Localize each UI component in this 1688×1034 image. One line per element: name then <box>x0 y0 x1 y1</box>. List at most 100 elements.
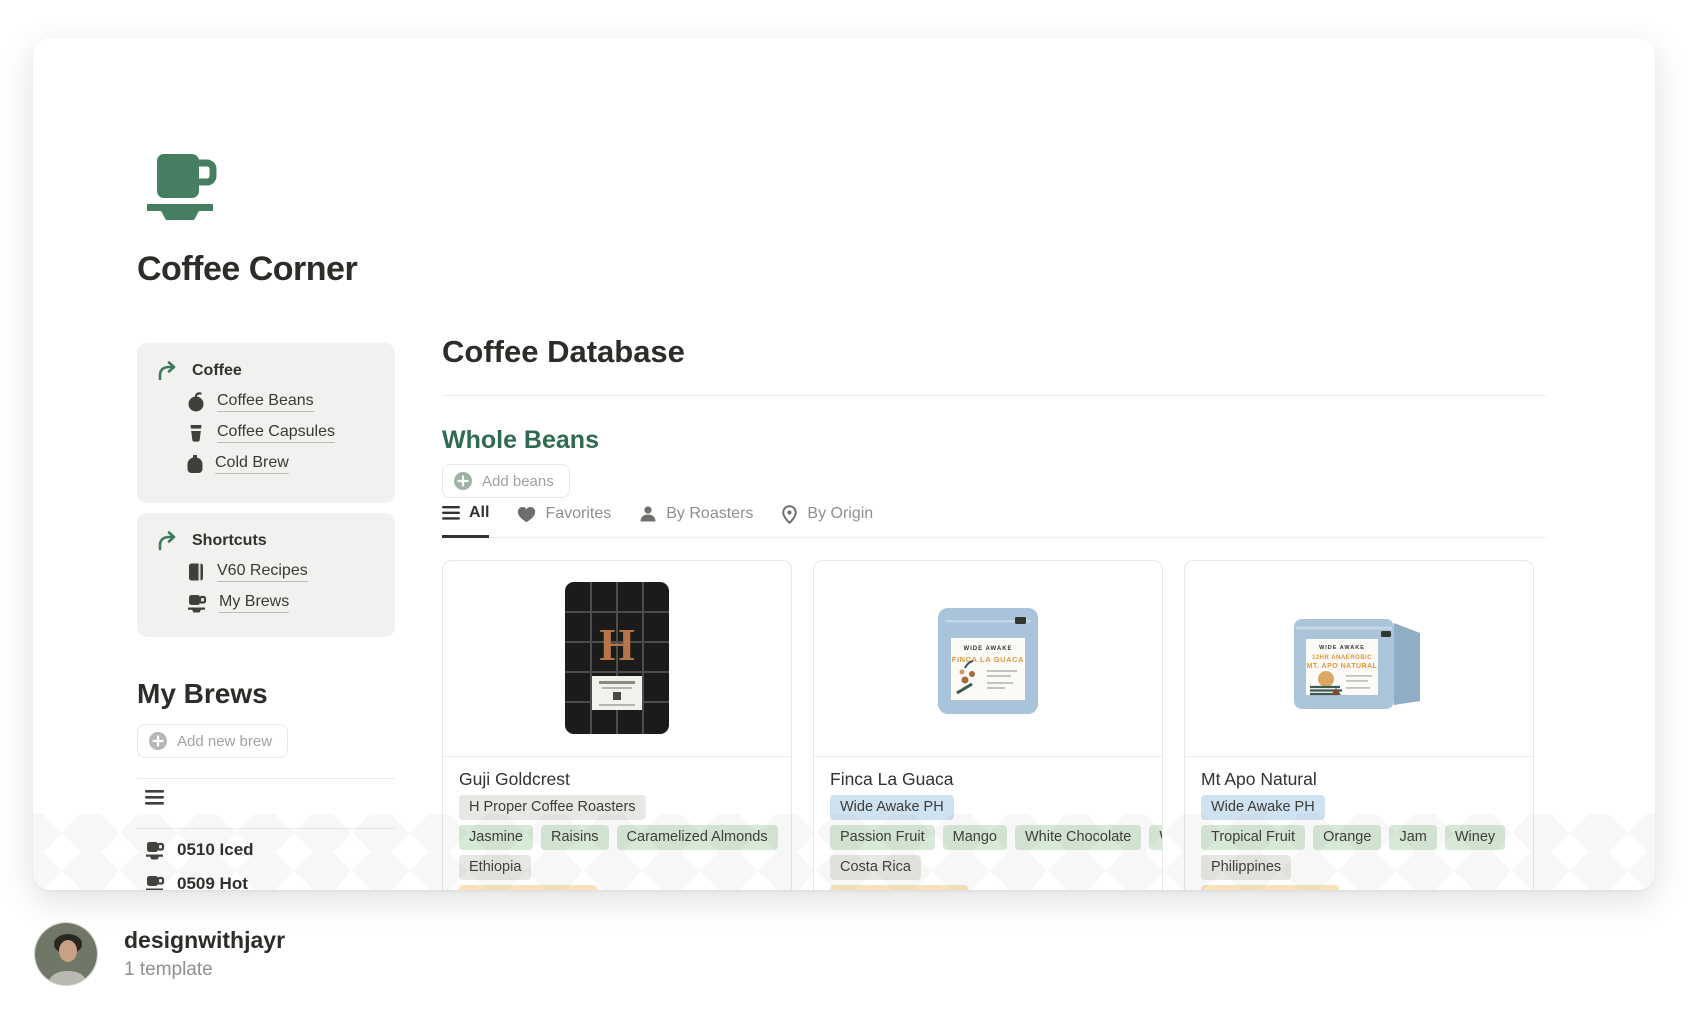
divider <box>137 778 395 779</box>
brew-entry-label: 0509 Hot <box>177 874 248 890</box>
creator-name: designwithjayr <box>124 927 285 953</box>
plus-circle-icon <box>148 731 168 751</box>
coffee-bean-icon <box>187 392 205 412</box>
template-page-card: Coffee Corner Coffee <box>33 38 1655 890</box>
plus-circle-icon <box>453 471 473 491</box>
bean-name: Guji Goldcrest <box>459 769 775 789</box>
sidebar-group-shortcuts: Shortcuts V60 Recipes <box>137 513 395 637</box>
note-tag: Winey <box>1149 825 1163 850</box>
note-tag: Orange <box>1313 825 1381 850</box>
tab-favorites[interactable]: Favorites <box>517 504 611 537</box>
note-tag: Tropical Fruit <box>1201 825 1305 850</box>
bean-card-mt-apo-natural[interactable]: WIDE AWAKE 12HR ANAEROBIC MT. APO NATURA… <box>1184 560 1534 890</box>
heart-icon <box>517 506 536 523</box>
sidebar-item-label: My Brews <box>219 593 289 613</box>
tab-all[interactable]: All <box>442 504 489 538</box>
sidebar-group-label: Coffee <box>192 362 242 380</box>
bean-name: Mt Apo Natural <box>1201 769 1517 789</box>
coffee-cup-icon <box>145 841 165 860</box>
bean-name: Finca La Guaca <box>830 769 1146 789</box>
coffee-cup-icon <box>145 875 165 891</box>
bag-brand: WIDE AWAKE <box>963 646 1012 652</box>
book-icon <box>187 562 205 582</box>
sidebar-group-coffee: Coffee Coffee Beans <box>137 343 395 503</box>
my-brews-heading: My Brews <box>137 678 268 710</box>
bean-card-guji-goldcrest[interactable]: H Guji Goldcrest H Proper Coffee Roaster… <box>442 560 792 890</box>
note-tag: Jasmine <box>459 825 533 850</box>
clipped-tag <box>459 885 597 890</box>
tasting-notes-row: Tropical Fruit Orange Jam Winey <box>1201 825 1517 850</box>
creator-profile-link[interactable]: designwithjayr 1 template <box>34 922 285 986</box>
card-body: Guji Goldcrest H Proper Coffee Roasters … <box>443 757 791 890</box>
page-title: Coffee Database <box>442 334 685 370</box>
sidebar-item-coffee-beans[interactable]: Coffee Beans <box>187 392 375 412</box>
sidebar-group-label: Shortcuts <box>192 532 267 550</box>
product-image-black-bag: H <box>443 561 791 757</box>
tab-by-roasters[interactable]: By Roasters <box>639 504 753 537</box>
creator-template-count: 1 template <box>124 959 285 981</box>
origin-tag: Philippines <box>1201 855 1291 880</box>
tab-by-origin[interactable]: By Origin <box>781 504 873 537</box>
divider <box>137 828 395 829</box>
list-icon <box>442 506 460 520</box>
clipped-tag <box>1201 885 1339 890</box>
tab-label: Favorites <box>545 505 611 523</box>
section-heading: Whole Beans <box>442 426 599 455</box>
drag-handle-icon[interactable] <box>145 790 165 805</box>
note-tag: Passion Fruit <box>830 825 935 850</box>
add-beans-button[interactable]: Add beans <box>442 464 570 498</box>
note-tag: Jam <box>1389 825 1436 850</box>
tab-label: All <box>469 504 489 522</box>
bag-letter: H <box>599 619 635 670</box>
bag-brand: WIDE AWAKE <box>1319 645 1365 651</box>
origin-tag-row: Costa Rica <box>830 855 1146 880</box>
note-tag: Caramelized Almonds <box>617 825 778 850</box>
sidebar-item-coffee-capsules[interactable]: Coffee Capsules <box>187 423 375 443</box>
sidebar: Coffee Corner Coffee <box>137 38 395 890</box>
add-new-brew-button[interactable]: Add new brew <box>137 724 288 758</box>
curved-arrow-icon <box>157 361 179 381</box>
product-image-blue-bag: WIDE AWAKE 12HR ANAEROBIC MT. APO NATURA… <box>1185 561 1533 757</box>
card-body: Finca La Guaca Wide Awake PH Passion Fru… <box>814 757 1162 890</box>
bag-name: FINCA LA GUACA <box>952 655 1024 664</box>
coffee-cup-icon <box>187 594 207 613</box>
origin-tag: Costa Rica <box>830 855 921 880</box>
main-content: Coffee Database Whole Beans Add beans <box>442 38 1546 890</box>
clipped-tag-row <box>1201 885 1517 890</box>
roaster-tag: Wide Awake PH <box>830 795 954 820</box>
sidebar-item-label: Coffee Beans <box>217 392 314 412</box>
roaster-tag-row: Wide Awake PH <box>1201 795 1517 820</box>
coffee-capsule-icon <box>187 423 205 443</box>
add-new-brew-label: Add new brew <box>177 733 272 750</box>
sidebar-item-v60-recipes[interactable]: V60 Recipes <box>187 562 375 582</box>
avatar[interactable] <box>34 922 98 986</box>
sidebar-item-label: V60 Recipes <box>217 562 308 582</box>
brew-entry-0510-iced[interactable]: 0510 Iced <box>145 840 254 860</box>
view-tabs: All Favorites By Roasters <box>442 504 1546 538</box>
note-tag: White Chocolate <box>1015 825 1141 850</box>
brew-entry-0509-hot[interactable]: 0509 Hot <box>145 874 248 890</box>
person-icon <box>639 505 657 523</box>
cold-brew-icon <box>187 454 203 474</box>
sidebar-item-my-brews[interactable]: My Brews <box>187 593 375 613</box>
note-tag: Raisins <box>541 825 609 850</box>
bag-line1: 12HR ANAEROBIC <box>1312 655 1372 661</box>
bag-line2: MT. APO NATURAL <box>1307 663 1378 670</box>
coffee-cup-icon <box>143 154 219 220</box>
sidebar-item-label: Cold Brew <box>215 454 289 474</box>
product-image-blue-pouch: WIDE AWAKE FINCA LA GUACA <box>814 561 1162 757</box>
tab-label: By Origin <box>807 505 873 523</box>
workspace-title: Coffee Corner <box>137 250 357 289</box>
clipped-tag-row <box>830 885 1146 890</box>
note-tag: Mango <box>943 825 1007 850</box>
clipped-tag-row <box>459 885 775 890</box>
curved-arrow-icon <box>157 531 179 551</box>
origin-tag-row: Ethiopia <box>459 855 775 880</box>
pin-icon <box>781 505 798 524</box>
note-tag: Winey <box>1445 825 1505 850</box>
roaster-tag: H Proper Coffee Roasters <box>459 795 646 820</box>
tab-label: By Roasters <box>666 505 753 523</box>
bean-card-finca-la-guaca[interactable]: WIDE AWAKE FINCA LA GUACA Finca <box>813 560 1163 890</box>
brew-entry-label: 0510 Iced <box>177 840 254 860</box>
sidebar-item-cold-brew[interactable]: Cold Brew <box>187 454 375 474</box>
